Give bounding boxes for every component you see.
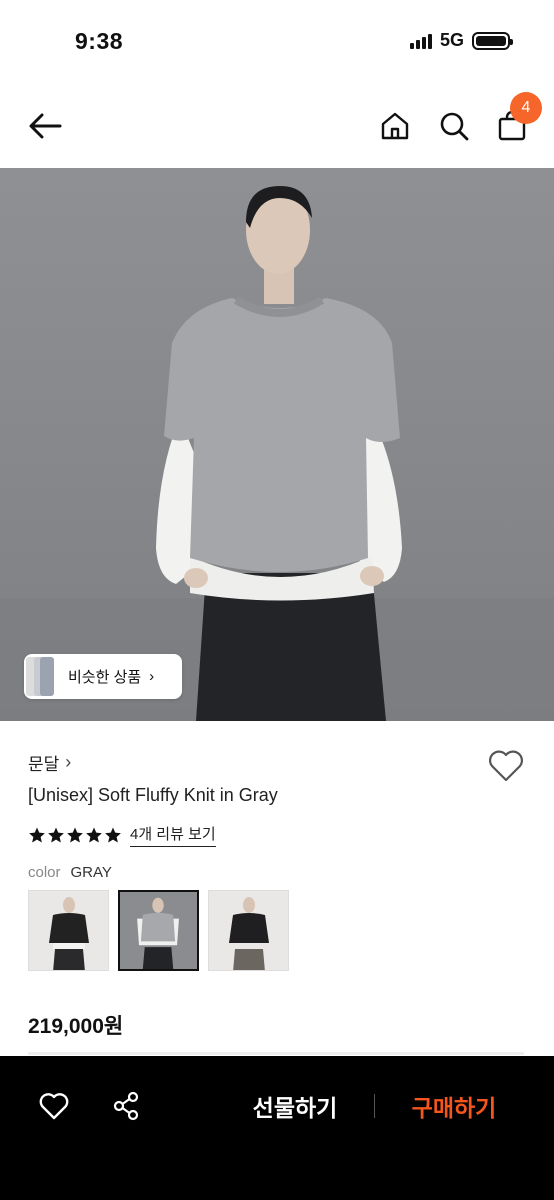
- swatch-black-image: [29, 891, 108, 970]
- swatch-black[interactable]: [28, 890, 109, 971]
- cart-count-badge: 4: [510, 92, 542, 124]
- color-label: color: [28, 864, 61, 881]
- product-price: 219,000원: [28, 1015, 124, 1038]
- battery-icon: [472, 31, 513, 50]
- bottom-action-bar: 선물하기 구매하기: [0, 1056, 554, 1200]
- arrow-left-icon: [29, 113, 62, 139]
- brand-name: 문달: [28, 755, 60, 774]
- star-icon: [48, 827, 64, 843]
- similar-products-button[interactable]: 비슷한 상품 ›: [24, 654, 182, 699]
- color-value: GRAY: [70, 864, 112, 881]
- star-icon: [105, 827, 121, 843]
- status-time: 9:38: [75, 28, 124, 54]
- model-photo: [0, 186, 554, 721]
- bottom-wishlist-button[interactable]: [36, 1088, 72, 1124]
- network-label: 5G: [439, 30, 464, 50]
- home-button[interactable]: [374, 104, 416, 148]
- status-icons: 5G: [409, 30, 513, 51]
- signal-icon: [409, 33, 432, 49]
- product-image[interactable]: 비슷한 상품 ›: [0, 168, 554, 721]
- divider: [28, 1052, 524, 1055]
- heart-icon: [489, 750, 523, 782]
- back-button[interactable]: [20, 106, 70, 146]
- rating-stars: [28, 826, 122, 844]
- swatch-black-2-image: [209, 891, 288, 970]
- share-icon: [113, 1091, 139, 1121]
- swatch-gray[interactable]: [118, 890, 199, 971]
- rating-row: 4개 리뷰 보기: [28, 823, 216, 847]
- product-title: [Unisex] Soft Fluffy Knit in Gray: [28, 785, 278, 805]
- wishlist-button[interactable]: [486, 748, 526, 784]
- star-icon: [29, 827, 45, 843]
- similar-products-label: 비슷한 상품: [68, 669, 142, 686]
- similar-thumbnails: [24, 654, 56, 699]
- heart-icon: [39, 1093, 69, 1120]
- chevron-right-icon: ›: [149, 668, 155, 685]
- swatch-black-2[interactable]: [208, 890, 289, 971]
- status-bar: 9:38 5G: [0, 0, 554, 84]
- swatch-gray-image: [120, 892, 197, 969]
- search-button[interactable]: [432, 104, 476, 148]
- brand-link[interactable]: 문달 ›: [28, 750, 71, 775]
- chevron-right-icon: ›: [65, 752, 72, 772]
- share-button[interactable]: [108, 1088, 144, 1124]
- star-icon: [67, 827, 83, 843]
- app-header: [0, 84, 554, 168]
- search-icon: [440, 112, 469, 141]
- star-icon: [86, 827, 102, 843]
- buy-button[interactable]: 구매하기: [396, 1086, 512, 1126]
- divider: [374, 1094, 375, 1118]
- review-link[interactable]: 4개 리뷰 보기: [130, 823, 216, 847]
- home-icon: [381, 112, 409, 140]
- gift-button[interactable]: 선물하기: [236, 1086, 354, 1126]
- color-row: color GRAY: [28, 864, 112, 881]
- color-swatches: [28, 890, 289, 971]
